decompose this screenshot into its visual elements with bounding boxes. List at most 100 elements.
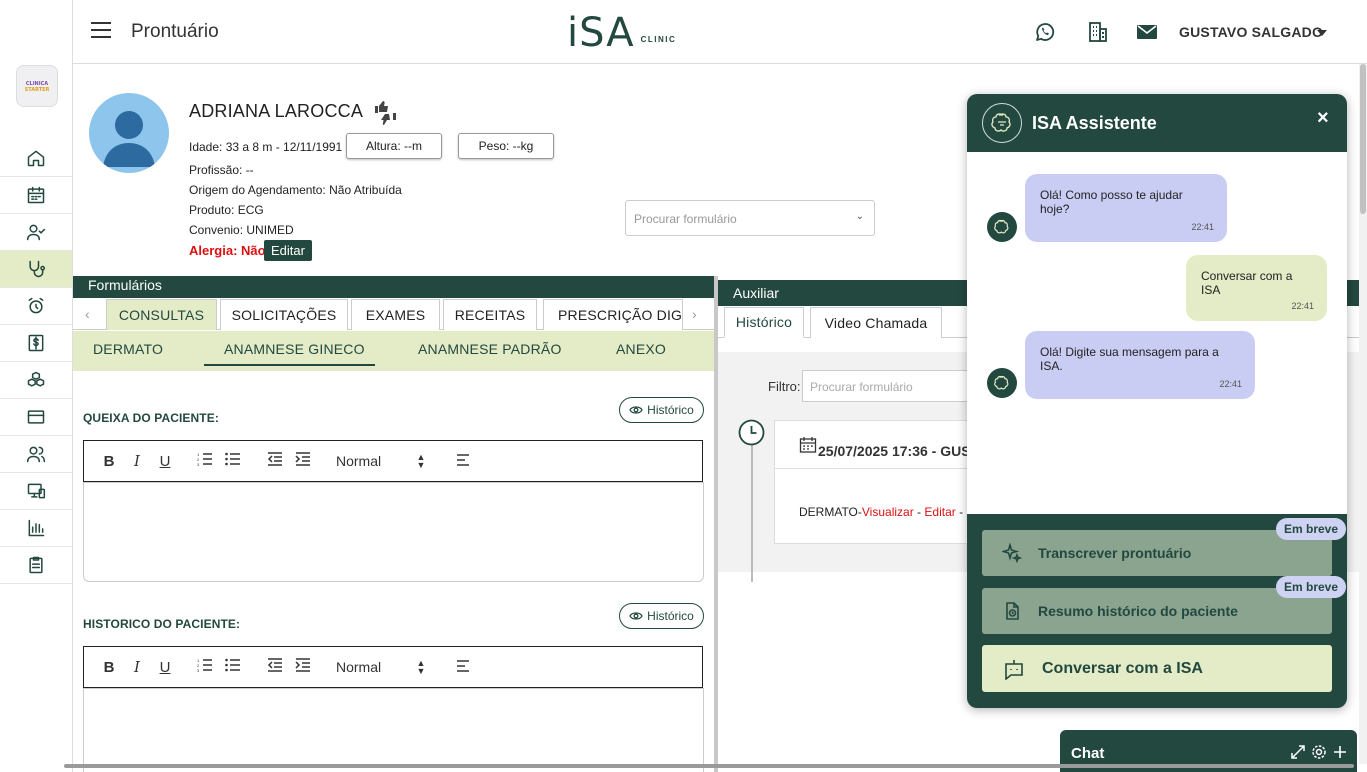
- hamburger-menu-icon[interactable]: [91, 22, 111, 42]
- complaint-editor[interactable]: [83, 482, 704, 582]
- sidebar-item-devices[interactable]: [0, 473, 72, 510]
- format-select[interactable]: Normal: [336, 659, 416, 675]
- tab-video-chamada[interactable]: Video Chamada: [810, 307, 942, 338]
- tab-historico[interactable]: Histórico: [724, 307, 804, 338]
- subtab-dermato[interactable]: DERMATO: [93, 341, 163, 357]
- collapse-icon[interactable]: [1290, 744, 1306, 765]
- tab-exames[interactable]: EXAMES: [351, 299, 440, 330]
- bot-message: Olá! Digite sua mensagem para a ISA. 22:…: [1025, 331, 1255, 399]
- talk-with-isa-button[interactable]: Conversar com a ISA: [982, 645, 1332, 692]
- forms-panel: Formulários ‹ CONSULTAS SOLICITAÇÕES EXA…: [73, 276, 714, 772]
- action-label: Resumo histórico do paciente: [1038, 603, 1238, 619]
- align-icon[interactable]: [452, 659, 474, 676]
- height-button[interactable]: Altura: --m: [346, 133, 442, 159]
- format-select[interactable]: Normal: [336, 453, 416, 469]
- sidebar-item-alarm[interactable]: [0, 288, 72, 325]
- form-search-select[interactable]: Procurar formulário ⌄: [625, 200, 875, 236]
- page-title: Prontuário: [131, 21, 219, 42]
- tabs-next-icon[interactable]: ›: [692, 306, 697, 322]
- user-check-icon: [26, 224, 46, 241]
- message-time: 22:41: [1191, 222, 1214, 232]
- outdent-icon[interactable]: [264, 452, 286, 470]
- credit-card-icon: [27, 410, 45, 424]
- message-text: Conversar com a ISA: [1201, 269, 1293, 297]
- top-header: Prontuário iSA CLINIC GUSTAVO SALGADO: [73, 0, 1367, 64]
- entry-form-type: DERMATO-: [799, 505, 862, 519]
- thumbs-up-down-icon[interactable]: [372, 100, 400, 126]
- indent-icon[interactable]: [292, 452, 314, 470]
- sidebar-item-reports[interactable]: [0, 510, 72, 547]
- assistant-actions: Transcrever prontuário Em breve Resumo h…: [967, 514, 1347, 708]
- scrollbar-thumb[interactable]: [1360, 64, 1366, 214]
- patient-age: Idade: 33 a 8 m - 12/11/1991: [189, 140, 343, 154]
- stethoscope-icon: [29, 260, 46, 278]
- clinic-logo[interactable]: CLINICA STARTER: [16, 65, 58, 107]
- plus-icon[interactable]: [1332, 744, 1348, 765]
- bold-button[interactable]: B: [98, 659, 120, 676]
- sidebar: CLINICA STARTER: [0, 0, 73, 772]
- sidebar-item-prontuario[interactable]: [0, 251, 72, 288]
- whatsapp-icon[interactable]: [1033, 20, 1057, 44]
- bullet-list-icon[interactable]: [222, 452, 244, 470]
- boxes-icon: [27, 371, 45, 387]
- indent-icon[interactable]: [292, 658, 314, 676]
- svg-text:3: 3: [197, 668, 200, 672]
- view-link[interactable]: Visualizar: [862, 505, 914, 519]
- patient-history-button[interactable]: Histórico: [619, 603, 704, 629]
- align-icon[interactable]: [452, 453, 474, 470]
- tab-receitas[interactable]: RECEITAS: [443, 299, 537, 330]
- close-icon[interactable]: ×: [1317, 107, 1329, 130]
- bot-avatar: [987, 368, 1017, 398]
- assistant-header: ISA Assistente ×: [967, 94, 1347, 152]
- sidebar-item-team[interactable]: [0, 436, 72, 473]
- ordered-list-icon[interactable]: 123: [194, 658, 216, 676]
- filter-input[interactable]: Procurar formulário: [802, 370, 982, 402]
- caret-down-icon[interactable]: [1317, 30, 1327, 36]
- tab-prescricao[interactable]: PRESCRIÇÃO DIGIT.: [543, 299, 683, 330]
- edit-allergy-button[interactable]: Editar: [264, 240, 312, 261]
- coming-soon-badge: Em breve: [1276, 518, 1346, 540]
- clipboard-icon: [29, 556, 43, 574]
- underline-button[interactable]: U: [154, 453, 176, 470]
- entry-actions: DERMATO-Visualizar - Editar -: [799, 505, 963, 519]
- user-menu-name[interactable]: GUSTAVO SALGADO: [1179, 24, 1323, 40]
- sidebar-item-finance[interactable]: [0, 325, 72, 362]
- subtab-anamnese-padrao[interactable]: ANAMNESE PADRÃO: [418, 341, 562, 357]
- subtab-anexo[interactable]: ANEXO: [616, 341, 666, 357]
- origin-value: Não Atribuída: [329, 183, 402, 197]
- horizontal-scrollbar[interactable]: [64, 764, 1354, 768]
- subtab-anamnese-gineco[interactable]: ANAMNESE GINECO: [224, 341, 365, 357]
- italic-button[interactable]: I: [126, 658, 148, 676]
- complaint-history-button[interactable]: Histórico: [619, 397, 704, 423]
- tabs-prev-icon[interactable]: ‹: [85, 306, 90, 322]
- edit-link[interactable]: Editar: [924, 505, 955, 519]
- italic-button[interactable]: I: [126, 452, 148, 470]
- forms-subtabs: DERMATO ANAMNESE GINECO ANAMNESE PADRÃO …: [73, 331, 714, 371]
- bold-button[interactable]: B: [98, 453, 120, 470]
- underline-button[interactable]: U: [154, 659, 176, 676]
- tab-solicitacoes[interactable]: SOLICITAÇÕES: [220, 299, 348, 330]
- entry-date: 25/07/2025 17:36 - GUS: [818, 443, 971, 459]
- sidebar-item-payments[interactable]: [0, 399, 72, 436]
- sidebar-item-patients[interactable]: [0, 214, 72, 251]
- svg-text:3: 3: [197, 462, 200, 466]
- vertical-scrollbar[interactable]: [1359, 64, 1367, 764]
- sidebar-item-stock[interactable]: [0, 362, 72, 399]
- tab-consultas[interactable]: CONSULTAS: [106, 299, 217, 330]
- users-icon: [26, 446, 46, 463]
- bullet-list-icon[interactable]: [222, 658, 244, 676]
- sidebar-item-calendar[interactable]: [0, 177, 72, 214]
- form-search-placeholder: Procurar formulário: [634, 212, 737, 226]
- outdent-icon[interactable]: [264, 658, 286, 676]
- weight-button[interactable]: Peso: --kg: [458, 133, 554, 159]
- complaint-label: QUEIXA DO PACIENTE:: [83, 411, 219, 425]
- sidebar-item-tasks[interactable]: [0, 547, 72, 584]
- mail-icon[interactable]: [1135, 20, 1159, 44]
- separator: -: [959, 505, 964, 519]
- devices-icon: [27, 483, 46, 499]
- history-editor[interactable]: [83, 688, 704, 772]
- ordered-list-icon[interactable]: 123: [194, 452, 216, 470]
- sidebar-item-home[interactable]: [0, 140, 72, 177]
- building-icon[interactable]: [1086, 20, 1110, 44]
- gear-icon[interactable]: [1311, 744, 1327, 765]
